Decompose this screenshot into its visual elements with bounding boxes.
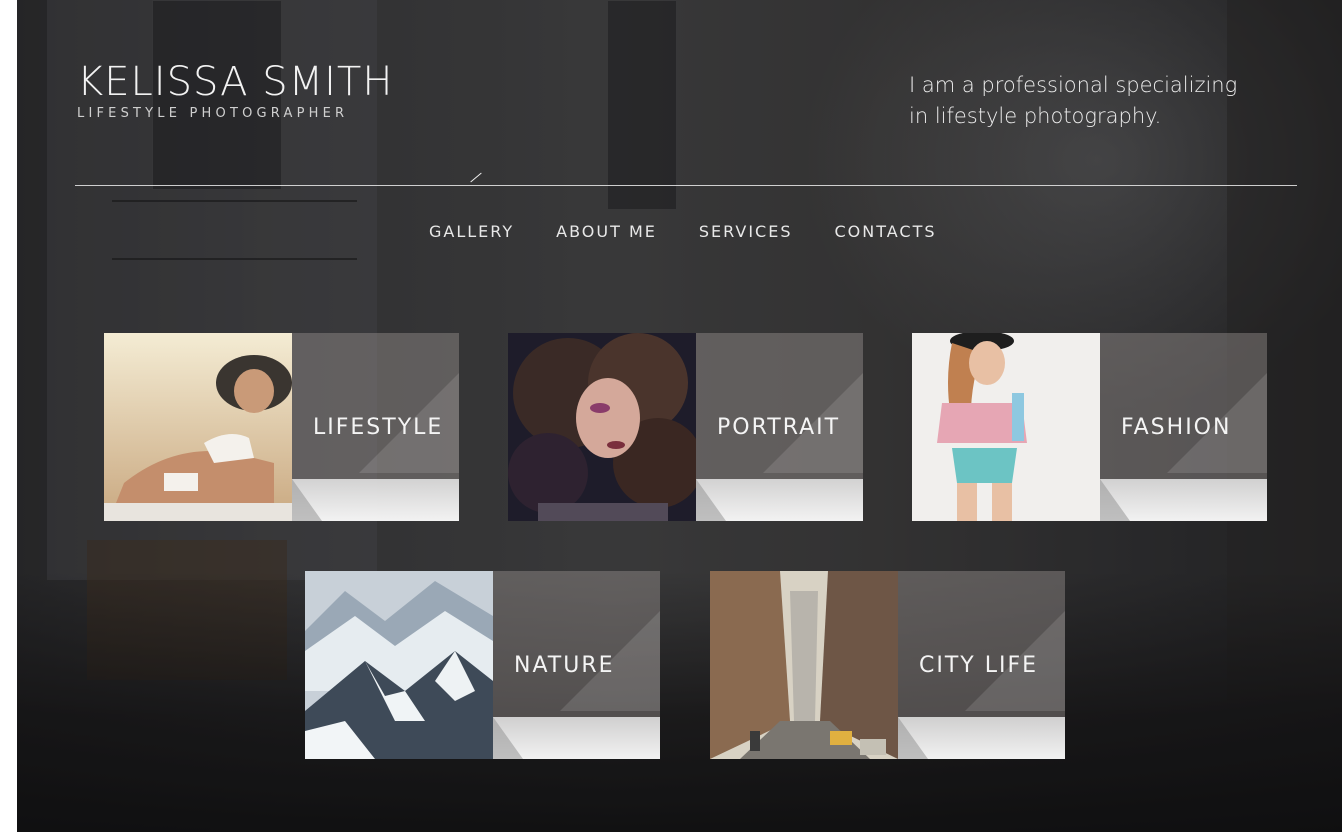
brand-subtitle: LIFESTYLE PHOTOGRAPHER [77,106,349,121]
card-panel: CITY LIFE [898,571,1065,759]
gallery-card-nature[interactable]: NATURE [305,571,660,759]
fashion-model-photo [912,333,1100,521]
gallery-card-lifestyle[interactable]: LIFESTYLE [104,333,459,521]
card-label: NATURE [514,653,615,678]
gallery-card-city-life[interactable]: CITY LIFE [710,571,1065,759]
panel-notch [292,479,322,521]
panel-notch [696,479,726,521]
card-label: FASHION [1121,415,1232,440]
brand-name: KELISSA SMITH [77,59,394,105]
card-label: LIFESTYLE [313,415,444,440]
tagline-line-2: in lifestyle photography. [909,104,1162,128]
nav-item-services[interactable]: SERVICES [699,222,793,241]
panel-notch [1100,479,1130,521]
gallery-card-portrait[interactable]: PORTRAIT [508,333,863,521]
nav-item-contacts[interactable]: CONTACTS [834,222,936,241]
card-panel: LIFESTYLE [292,333,459,521]
card-panel: FASHION [1100,333,1267,521]
gallery-card-fashion[interactable]: FASHION [912,333,1267,521]
header-divider [75,185,1297,186]
brand-logo[interactable]: KELISSA SMITH LIFESTYLE PHOTOGRAPHER [77,58,393,121]
hero-page: KELISSA SMITH LIFESTYLE PHOTOGRAPHER I a… [17,0,1342,832]
snowy-mountains-photo [305,571,493,759]
woman-sunbathing-photo [104,333,292,521]
card-panel: NATURE [493,571,660,759]
nav-item-about-me[interactable]: ABOUT ME [556,222,657,241]
card-panel: PORTRAIT [696,333,863,521]
main-nav: GALLERY ABOUT ME SERVICES CONTACTS [429,222,979,241]
card-label: PORTRAIT [717,415,841,440]
nav-item-gallery[interactable]: GALLERY [429,222,514,241]
card-label: CITY LIFE [919,653,1039,678]
tagline-line-1: I am a professional specializing [909,73,1238,97]
curly-hair-portrait-photo [508,333,696,521]
panel-notch [493,717,523,759]
panel-notch [898,717,928,759]
tagline: I am a professional specializing in life… [909,70,1269,132]
city-street-photo [710,571,898,759]
